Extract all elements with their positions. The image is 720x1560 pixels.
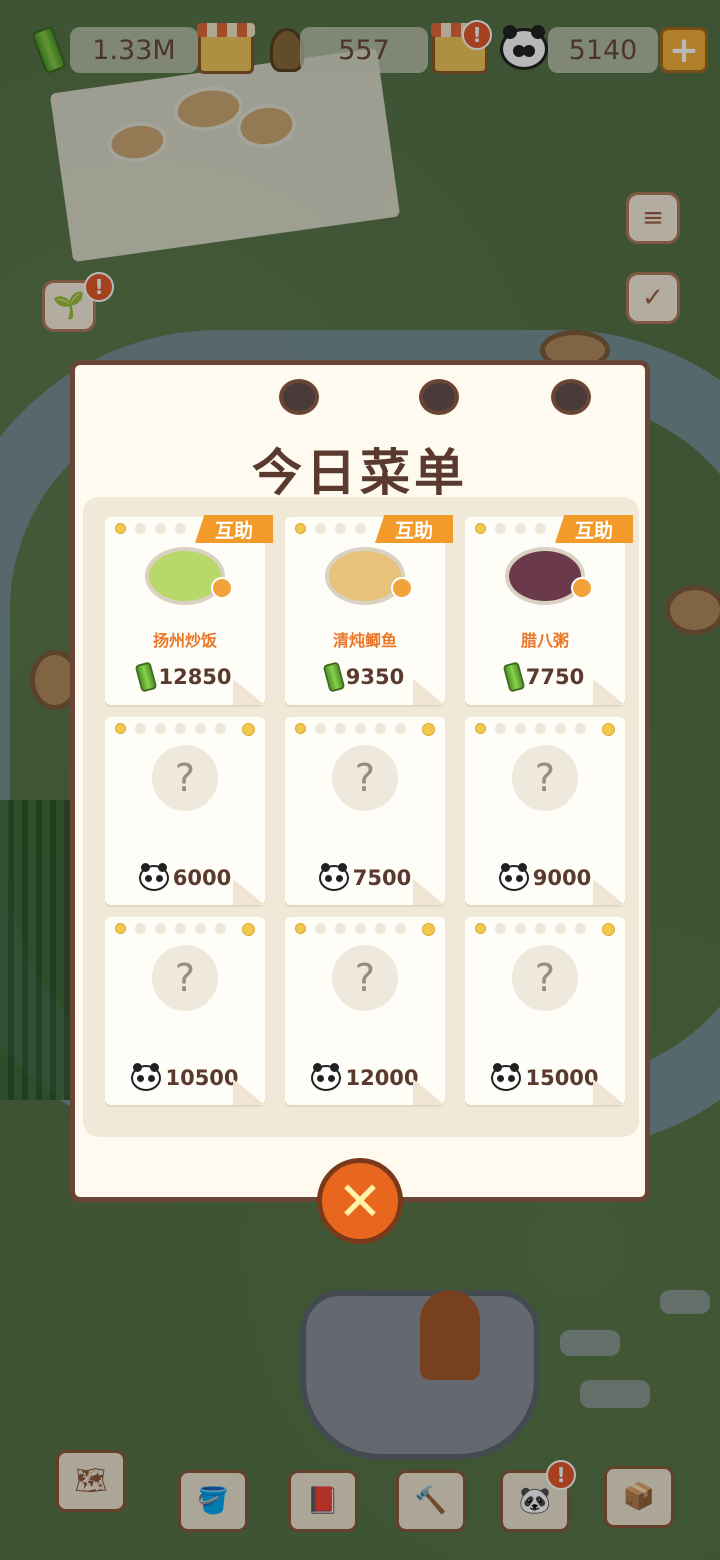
binder-ring-hole bbox=[279, 379, 319, 415]
unknown-recipe-icon: ? bbox=[512, 745, 578, 811]
panda-coin-icon bbox=[131, 1063, 162, 1091]
paw-icon bbox=[571, 577, 593, 599]
bamboo-icon bbox=[322, 661, 346, 693]
recipe-grid: 互助 扬州炒饭 12850 互助 清炖鲫鱼 9350 互助 腊八粥 7750 ?… bbox=[83, 497, 639, 1137]
price-value: 12850 bbox=[158, 665, 232, 689]
card-dots bbox=[475, 723, 586, 734]
price-value: 12000 bbox=[345, 1066, 419, 1090]
card-dot bbox=[602, 923, 615, 936]
card-dots bbox=[115, 523, 186, 534]
unknown-recipe-icon: ? bbox=[332, 945, 398, 1011]
recipe-name: 扬州炒饭 bbox=[152, 631, 217, 650]
price-value: 9350 bbox=[345, 665, 405, 689]
card-dots bbox=[115, 723, 226, 734]
paw-icon bbox=[211, 577, 233, 599]
unlock-price: 10500 bbox=[105, 1063, 265, 1091]
price-value: 10500 bbox=[165, 1066, 239, 1090]
panda-coin-icon bbox=[318, 863, 349, 891]
price-value: 6000 bbox=[172, 866, 232, 890]
card-dots bbox=[295, 723, 406, 734]
price-value: 15000 bbox=[525, 1066, 599, 1090]
card-dots bbox=[115, 923, 226, 934]
unlock-price: 15000 bbox=[465, 1063, 625, 1091]
porridge-dish-icon bbox=[505, 547, 585, 605]
locked-recipe-card[interactable]: ? 12000 bbox=[285, 917, 445, 1105]
price-value: 7500 bbox=[352, 866, 412, 890]
card-dot bbox=[602, 723, 615, 736]
mutual-help-badge: 互助 bbox=[375, 515, 453, 543]
close-dialog-button[interactable]: ✕ bbox=[317, 1158, 403, 1244]
locked-recipe-card[interactable]: ? 15000 bbox=[465, 917, 625, 1105]
bamboo-icon bbox=[502, 661, 526, 693]
unknown-recipe-icon: ? bbox=[152, 745, 218, 811]
unlock-price: 9000 bbox=[465, 863, 625, 891]
panda-coin-icon bbox=[491, 1063, 522, 1091]
card-dot bbox=[242, 923, 255, 936]
recipe-name: 清炖鲫鱼 bbox=[332, 631, 397, 650]
price-value: 7750 bbox=[525, 665, 585, 689]
card-dots bbox=[295, 523, 366, 534]
panda-coin-icon bbox=[138, 863, 169, 891]
bamboo-icon bbox=[135, 661, 158, 693]
price-value: 9000 bbox=[532, 866, 592, 890]
card-dots bbox=[295, 923, 406, 934]
recipe-card-yangzhou-fried-rice[interactable]: 互助 扬州炒饭 12850 bbox=[105, 515, 273, 705]
card-dots bbox=[475, 923, 586, 934]
locked-recipe-card[interactable]: ? 6000 bbox=[105, 717, 265, 905]
fried-rice-dish-icon bbox=[145, 547, 225, 605]
card-dot bbox=[422, 723, 435, 736]
recipe-price: 9350 bbox=[285, 661, 445, 693]
fish-stew-dish-icon bbox=[325, 547, 405, 605]
card-dot bbox=[422, 923, 435, 936]
panda-coin-icon bbox=[311, 1063, 342, 1091]
mutual-help-badge: 互助 bbox=[555, 515, 633, 543]
unlock-price: 7500 bbox=[285, 863, 445, 891]
binder-ring-hole bbox=[551, 379, 591, 415]
card-dot bbox=[242, 723, 255, 736]
close-icon: ✕ bbox=[337, 1169, 383, 1233]
binder-ring-hole bbox=[419, 379, 459, 415]
paw-icon bbox=[391, 577, 413, 599]
unknown-recipe-icon: ? bbox=[332, 745, 398, 811]
locked-recipe-card[interactable]: ? 7500 bbox=[285, 717, 445, 905]
card-dots bbox=[475, 523, 546, 534]
unknown-recipe-icon: ? bbox=[152, 945, 218, 1011]
recipe-price: 12850 bbox=[105, 661, 265, 693]
recipe-card-laba-porridge[interactable]: 互助 腊八粥 7750 bbox=[465, 515, 633, 705]
panda-coin-icon bbox=[498, 863, 529, 891]
locked-recipe-card[interactable]: ? 9000 bbox=[465, 717, 625, 905]
dialog-title: 今日菜单 bbox=[252, 444, 468, 502]
mutual-help-badge: 互助 bbox=[195, 515, 273, 543]
todays-menu-dialog: 今日菜单 互助 扬州炒饭 12850 互助 清炖鲫鱼 9350 互助 腊八粥 7… bbox=[70, 360, 650, 1211]
unknown-recipe-icon: ? bbox=[512, 945, 578, 1011]
recipe-card-stewed-crucian-carp[interactable]: 互助 清炖鲫鱼 9350 bbox=[285, 515, 453, 705]
recipe-price: 7750 bbox=[465, 661, 625, 693]
unlock-price: 6000 bbox=[105, 863, 265, 891]
recipe-name: 腊八粥 bbox=[520, 631, 569, 650]
unlock-price: 12000 bbox=[285, 1063, 445, 1091]
locked-recipe-card[interactable]: ? 10500 bbox=[105, 917, 265, 1105]
